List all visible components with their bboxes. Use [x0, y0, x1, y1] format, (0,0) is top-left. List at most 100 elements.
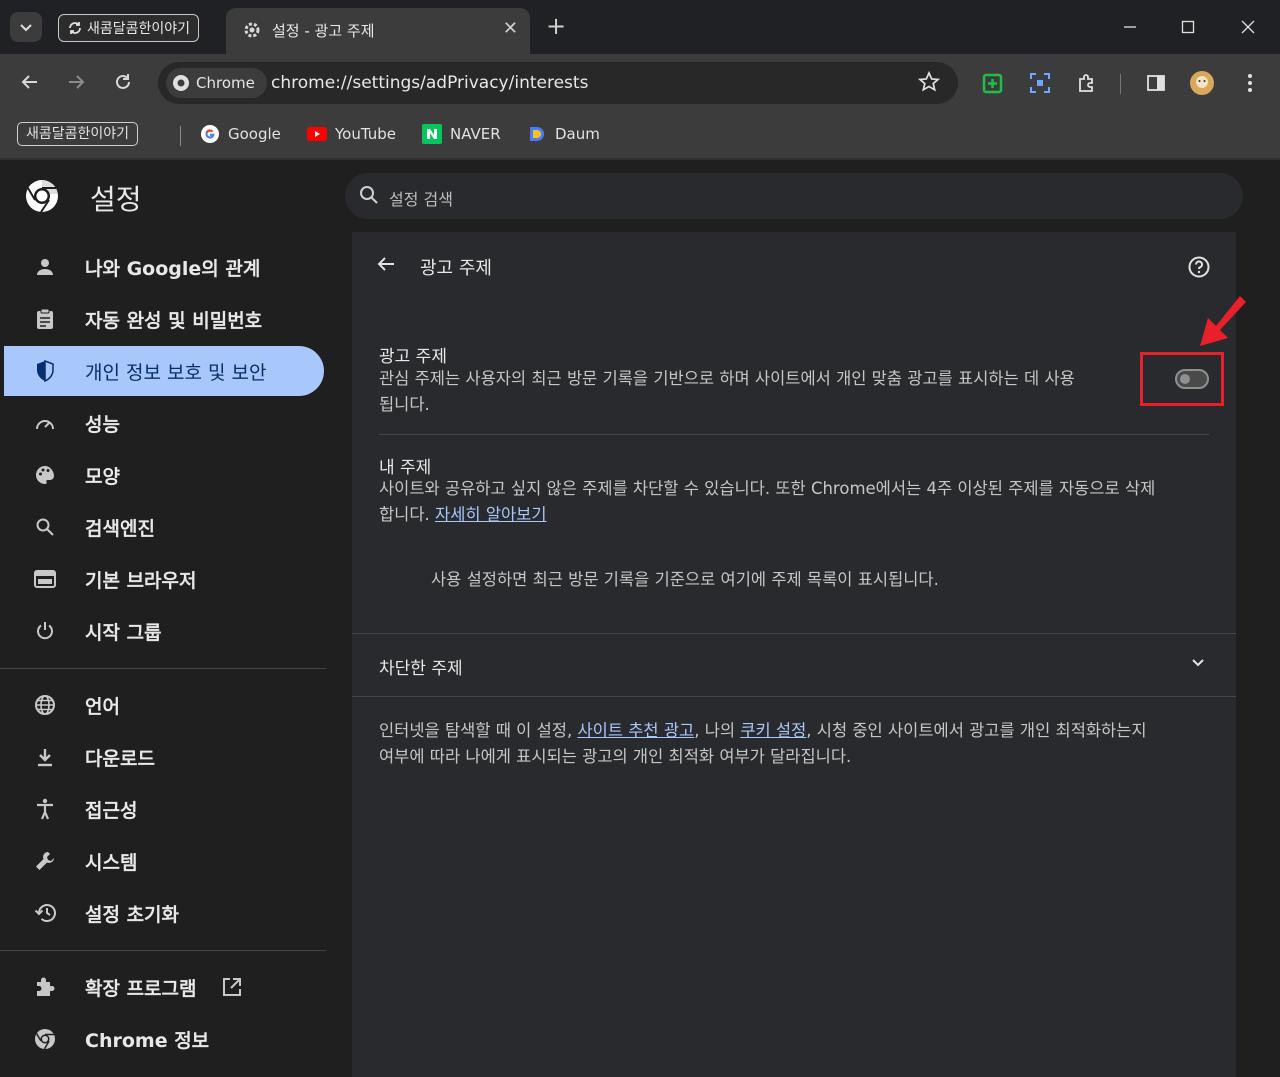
- sync-icon: [69, 22, 81, 34]
- sidebar-item-accessibility[interactable]: 접근성: [0, 784, 324, 834]
- subpage-title: 광고 주제: [420, 258, 492, 279]
- settings-header: 설정 설정 검색: [0, 158, 1280, 234]
- sidebar-item-appearance[interactable]: 모양: [0, 450, 324, 500]
- ad-topics-desc-line2: 됩니다.: [379, 395, 430, 414]
- download-icon: [33, 745, 57, 769]
- section-divider: [352, 696, 1236, 697]
- power-icon: [33, 619, 57, 643]
- tab-close-icon[interactable]: ✕: [503, 18, 518, 39]
- sidebar-item-label: 시작 그룹: [85, 621, 162, 644]
- my-topics-desc-line2: 합니다.: [379, 505, 436, 524]
- close-window-button[interactable]: [1228, 12, 1268, 42]
- sidebar-item-search-engine[interactable]: 검색엔진: [0, 502, 324, 552]
- more-vert-icon: [1248, 74, 1252, 92]
- red-arrow-annotation: [1200, 296, 1246, 346]
- search-icon: [33, 515, 57, 539]
- puzzle-icon: [1079, 74, 1093, 92]
- blocked-topics-title: 차단한 주제: [379, 659, 463, 679]
- bookmark-star-icon[interactable]: [918, 71, 940, 93]
- ad-topics-card: 광고 주제 광고 주제 관심 주제는 사용자의 최근 방문 기록을 기반으로 하…: [352, 232, 1246, 1077]
- settings-search-input[interactable]: 설정 검색: [345, 173, 1243, 219]
- green-extension-icon: [982, 73, 1003, 94]
- profile-button[interactable]: [1189, 70, 1215, 96]
- back-button[interactable]: [14, 66, 46, 98]
- cookie-settings-link[interactable]: 쿠키 설정: [740, 721, 806, 740]
- sidebar-item-label: 확장 프로그램: [85, 977, 197, 1000]
- chevron-down-icon: [20, 24, 32, 32]
- back-button[interactable]: [376, 254, 396, 280]
- sidebar-item-label: 설정 초기화: [85, 903, 180, 926]
- site-info-chip[interactable]: Chrome: [166, 68, 267, 98]
- daum-icon: [530, 127, 544, 141]
- sidebar-item-about-chrome[interactable]: Chrome 정보: [0, 1014, 324, 1064]
- extensions-button[interactable]: [1074, 70, 1100, 96]
- bookmark-youtube[interactable]: YouTube: [307, 120, 396, 148]
- bookmark-chip-label: 새콤달콤한이야기: [17, 122, 139, 146]
- ad-topics-title: 광고 주제: [379, 347, 447, 367]
- arrow-left-icon: [377, 257, 394, 271]
- footer-description: 인터넷을 탐색할 때 이 설정, 사이트 추천 광고, 나의 쿠키 설정, 시청…: [379, 718, 1219, 770]
- sidebar-item-label: 성능: [85, 413, 120, 436]
- sidebar-item-performance[interactable]: 성능: [0, 398, 324, 448]
- maximize-icon: [1181, 20, 1195, 34]
- minimize-button[interactable]: [1110, 12, 1150, 42]
- sidebar-item-languages[interactable]: 언어: [0, 680, 324, 730]
- sidebar-divider: [0, 950, 326, 951]
- open-in-new-icon: [223, 978, 241, 996]
- my-topics-description: 사이트와 공유하고 싶지 않은 주제를 차단할 수 있습니다. 또한 Chrom…: [379, 476, 1155, 528]
- forward-button[interactable]: [60, 66, 92, 98]
- gear-icon: [244, 22, 260, 38]
- side-panel-button[interactable]: [1143, 70, 1169, 96]
- sidebar-divider: [0, 668, 326, 669]
- sidebar-item-reset[interactable]: 설정 초기화: [0, 888, 324, 938]
- chrome-logo-icon: [26, 179, 58, 213]
- tab-group-chip[interactable]: 새콤달콤한이야기: [58, 14, 200, 42]
- shield-icon: [33, 359, 57, 383]
- my-topics-title: 내 주제: [379, 458, 432, 478]
- menu-button[interactable]: [1237, 70, 1263, 96]
- scrollbar-track[interactable]: [1236, 232, 1280, 1077]
- sidebar-item-system[interactable]: 시스템: [0, 836, 324, 886]
- maximize-button[interactable]: [1168, 12, 1208, 42]
- capture-icon: [1030, 73, 1050, 93]
- new-tab-button[interactable]: +: [546, 12, 566, 40]
- reload-button[interactable]: [107, 66, 139, 98]
- footer-line2: 여부에 따라 나에게 표시되는 광고의 개인 최적화 여부가 달라집니다.: [379, 747, 852, 766]
- sidebar-item-label: 다운로드: [85, 747, 155, 770]
- bookmarks-bar: 새콤달콤한이야기 Google YouTube NAVER Daum: [0, 112, 1280, 158]
- page-title: 설정: [90, 183, 142, 216]
- tab-search-button[interactable]: [10, 12, 42, 42]
- bookmark-google[interactable]: Google: [200, 120, 281, 148]
- blocked-topics-row[interactable]: 차단한 주제: [352, 634, 1236, 696]
- sidebar-item-label: 개인 정보 보호 및 보안: [85, 361, 267, 384]
- sidebar-item-you-and-google[interactable]: 나와 Google의 관계: [0, 242, 324, 292]
- search-icon: [360, 186, 378, 204]
- my-topics-desc-line1: 사이트와 공유하고 싶지 않은 주제를 차단할 수 있습니다. 또한 Chrom…: [379, 479, 1156, 498]
- sidebar-item-downloads[interactable]: 다운로드: [0, 732, 324, 782]
- sidebar-item-privacy[interactable]: 개인 정보 보호 및 보안: [4, 346, 324, 396]
- palette-icon: [33, 463, 57, 487]
- footer-text-part: , 시청 중인 사이트에서 광고를 개인 최적화하는지: [806, 721, 1147, 740]
- reset-icon: [33, 901, 57, 925]
- sidebar-item-autofill[interactable]: 자동 완성 및 비밀번호: [0, 294, 324, 344]
- sidebar-item-label: 시스템: [85, 851, 138, 874]
- sidebar-item-label: 모양: [85, 465, 120, 488]
- screenshot-extension-button[interactable]: [1027, 70, 1053, 96]
- bookmark-naver[interactable]: NAVER: [422, 120, 501, 148]
- bookmark-chip[interactable]: 새콤달콤한이야기: [17, 120, 139, 148]
- bookmark-daum[interactable]: Daum: [527, 120, 600, 148]
- arrow-left-icon: [21, 75, 37, 89]
- help-icon[interactable]: [1188, 256, 1210, 278]
- site-suggested-ads-link[interactable]: 사이트 추천 광고: [577, 721, 694, 740]
- sidebar-item-label: 나와 Google의 관계: [85, 257, 261, 280]
- address-bar[interactable]: Chrome chrome://settings/adPrivacy/inter…: [158, 62, 958, 104]
- active-tab[interactable]: 설정 - 광고 주제 ✕: [226, 8, 530, 54]
- extension-green-button[interactable]: [980, 70, 1006, 96]
- sidebar-item-on-startup[interactable]: 시작 그룹: [0, 606, 324, 656]
- sidebar-item-extensions[interactable]: 확장 프로그램: [0, 962, 324, 1012]
- learn-more-link[interactable]: 자세히 알아보기: [435, 505, 547, 524]
- bookmark-separator: [180, 126, 181, 146]
- sidebar-item-default-browser[interactable]: 기본 브라우저: [0, 554, 324, 604]
- tab-strip: 새콤달콤한이야기 설정 - 광고 주제 ✕ +: [0, 0, 1280, 54]
- url-text[interactable]: chrome://settings/adPrivacy/interests: [271, 73, 588, 93]
